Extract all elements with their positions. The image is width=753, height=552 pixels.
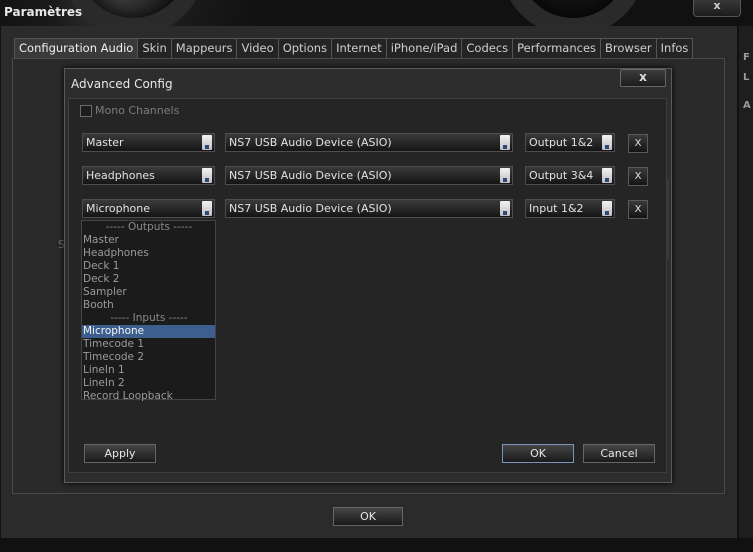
edge-glyph: L	[743, 72, 750, 83]
dropdown-option[interactable]: Timecode 1	[82, 338, 215, 351]
channel-select-microphone[interactable]: Microphone	[82, 199, 215, 218]
dropdown-group-header: ----- Outputs -----	[105, 221, 193, 233]
channel-select-value: Microphone	[86, 202, 151, 215]
dropdown-option[interactable]: Headphones	[82, 247, 215, 260]
tab-performances[interactable]: Performances	[512, 38, 602, 58]
tab-infos[interactable]: Infos	[655, 38, 694, 58]
port-select[interactable]: Output 3&4	[525, 166, 615, 185]
dropdown-arrow-icon	[202, 201, 212, 216]
dropdown-option[interactable]: Deck 1	[82, 260, 215, 273]
mono-channels-label: Mono Channels	[95, 104, 180, 117]
mono-channels-checkbox[interactable]	[80, 105, 92, 117]
dropdown-option[interactable]: Deck 2	[82, 273, 215, 286]
cancel-button[interactable]: Cancel	[583, 444, 655, 463]
channel-select-headphones[interactable]: Headphones	[82, 166, 215, 185]
device-select[interactable]: NS7 USB Audio Device (ASIO)	[225, 166, 513, 185]
device-select[interactable]: NS7 USB Audio Device (ASIO)	[225, 199, 513, 218]
tab-codecs[interactable]: Codecs	[461, 38, 514, 58]
dropdown-option[interactable]: Booth	[82, 299, 215, 312]
tab-mappeurs[interactable]: Mappeurs	[170, 38, 238, 58]
dropdown-arrow-icon	[602, 168, 612, 183]
ok-button[interactable]: OK	[333, 507, 403, 526]
port-select-value: Output 1&2	[529, 136, 594, 149]
channel-select-value: Headphones	[86, 169, 155, 182]
dropdown-group-header: ----- Inputs -----	[110, 312, 188, 324]
tab-skin[interactable]: Skin	[137, 38, 172, 58]
dialog-edge-mark	[666, 179, 669, 259]
dropdown-arrow-icon	[500, 135, 510, 150]
dropdown-option[interactable]: Sampler	[82, 286, 215, 299]
apply-button[interactable]: Apply	[84, 444, 156, 463]
tab-internet[interactable]: Internet	[331, 38, 387, 58]
port-select-value: Output 3&4	[529, 169, 594, 182]
edge-glyph: F	[743, 52, 750, 63]
dialog-title: Advanced Config	[71, 77, 173, 91]
port-select[interactable]: Input 1&2	[525, 199, 615, 218]
dropdown-option[interactable]: Timecode 2	[82, 351, 215, 364]
channel-select-value: Master	[86, 136, 124, 149]
dropdown-arrow-icon	[602, 201, 612, 216]
dropdown-arrow-icon	[602, 135, 612, 150]
tab-options[interactable]: Options	[277, 38, 333, 58]
dropdown-arrow-icon	[202, 168, 212, 183]
remove-row-button[interactable]: X	[628, 134, 648, 153]
dropdown-option[interactable]: Master	[82, 234, 215, 247]
port-select[interactable]: Output 1&2	[525, 133, 615, 152]
tab-video[interactable]: Video	[236, 38, 279, 58]
window-close-button[interactable]: x	[693, 0, 741, 17]
tab-bar: Configuration Audio Skin Mappeurs Video …	[14, 38, 694, 59]
tab-browser[interactable]: Browser	[600, 38, 657, 58]
edge-glyph: A	[743, 100, 751, 111]
device-select-value: NS7 USB Audio Device (ASIO)	[229, 136, 392, 149]
device-select-value: NS7 USB Audio Device (ASIO)	[229, 169, 392, 182]
port-select-value: Input 1&2	[529, 202, 584, 215]
dropdown-option-selected[interactable]: Microphone	[82, 325, 215, 338]
device-select[interactable]: NS7 USB Audio Device (ASIO)	[225, 133, 513, 152]
dropdown-arrow-icon	[500, 168, 510, 183]
dropdown-arrow-icon	[202, 135, 212, 150]
remove-row-button[interactable]: X	[628, 200, 648, 219]
dropdown-option[interactable]: LineIn 2	[82, 377, 215, 390]
dialog-close-button[interactable]: x	[620, 69, 666, 87]
device-select-value: NS7 USB Audio Device (ASIO)	[229, 202, 392, 215]
window-title: Paramètres	[4, 5, 83, 19]
dialog-ok-button[interactable]: OK	[502, 444, 574, 463]
tab-configuration-audio[interactable]: Configuration Audio	[14, 38, 139, 59]
dropdown-option[interactable]: LineIn 1	[82, 364, 215, 377]
dropdown-option[interactable]: Record Loopback	[82, 390, 215, 403]
tab-iphone-ipad[interactable]: iPhone/iPad	[385, 38, 463, 58]
remove-row-button[interactable]: X	[628, 167, 648, 186]
dropdown-arrow-icon	[500, 201, 510, 216]
channel-dropdown-list: ----- Outputs ----- Master Headphones De…	[81, 220, 216, 403]
channel-select-master[interactable]: Master	[82, 133, 215, 152]
